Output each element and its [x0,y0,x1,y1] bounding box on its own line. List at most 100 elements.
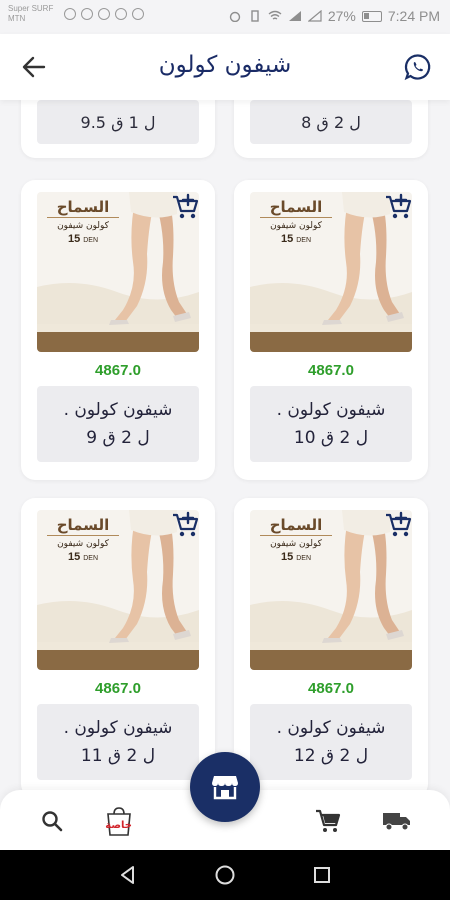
carrier-info: Super SURF MTN [8,4,53,24]
product-card[interactable]: السماح كولون شيفون 15 DEN 4867.0 شيفون ك… [234,498,428,790]
divider [260,535,332,536]
delivery-button[interactable] [382,806,412,836]
product-card[interactable]: - - - - - ل 2 ق 8 [234,100,428,158]
product-info[interactable]: شيفون كولون . ل 2 ق 10 [250,386,412,462]
product-info[interactable]: شيفون كولون . ل 2 ق 11 [37,704,199,780]
brand-logo: السماح [269,198,323,216]
product-label: السماح كولون شيفون 15 DEN [43,198,123,245]
divider [47,535,119,536]
notification-icon [115,8,127,20]
den-unit: DEN [296,237,312,244]
product-size: ل 2 ق 9 [86,428,150,448]
product-line-text: كولون شيفون [270,221,322,231]
product-price: 4867.0 [95,680,141,697]
add-cart-icon [386,193,412,219]
system-home-button[interactable] [210,860,240,890]
alarm-icon [229,11,241,22]
den-label: 15 DEN [256,551,336,563]
app-header: شيفون كولون [0,34,450,100]
product-name: شيفون كولون . [276,718,386,738]
back-triangle-icon [121,866,135,884]
whatsapp-icon [404,54,431,81]
system-navigation-bar [0,850,450,900]
notification-icon [64,8,76,20]
brand-logo: السماح [56,516,110,534]
den-number: 15 [280,233,294,245]
den-unit: DEN [83,555,99,562]
product-line-text: كولون شيفون [270,539,322,549]
den-unit: DEN [296,555,312,562]
logo-text: خاصة [105,820,132,831]
add-cart-icon [386,511,412,537]
signal-icon [307,10,322,22]
den-number: 15 [280,551,294,563]
battery-icon [361,10,382,22]
product-price: 4867.0 [95,362,141,379]
wifi-icon [268,10,282,20]
notification-icon [132,8,144,20]
cart-button[interactable] [313,806,343,836]
brand-logo: السماح [56,198,110,216]
product-name: شيفون كولون . [63,400,173,420]
cart-icon [316,809,341,832]
add-to-cart-button[interactable] [384,192,414,222]
product-name: شيفون كولون . [63,718,173,738]
product-label: السماح كولون شيفون 15 DEN [256,198,336,245]
status-indicators: 27% 7:24 PM [228,8,440,24]
brand-logo: السماح [269,516,323,534]
page-title: شيفون كولون [158,52,292,78]
clock: 7:24 PM [387,8,440,24]
divider [260,217,332,218]
product-size: ل 1 ق 9.5 [37,100,199,144]
recents-square-icon [313,867,330,883]
notification-icons [64,8,144,20]
product-label: السماح كولون شيفون 15 DEN [43,516,123,563]
search-icon [42,811,63,832]
product-size: ل 2 ق 10 [293,428,369,448]
system-recents-button[interactable] [307,860,337,890]
notification-icon [98,8,110,20]
status-bar: Super SURF MTN 27% 7:24 PM [0,0,450,34]
store-logo-button[interactable]: خاصة [102,806,136,836]
product-size: ل 2 ق 8 [250,100,412,144]
add-to-cart-button[interactable] [171,510,201,540]
product-price: 4867.0 [308,680,354,697]
den-label: 15 DEN [43,551,123,563]
product-info[interactable]: شيفون كولون . ل 2 ق 12 [250,704,412,780]
add-to-cart-button[interactable] [171,192,201,222]
add-cart-icon [173,511,199,537]
den-label: 15 DEN [43,233,123,245]
home-circle-icon [215,865,235,885]
product-size: ل 2 ق 11 [80,746,156,766]
den-label: 15 DEN [256,233,336,245]
den-number: 15 [67,233,81,245]
signal-icon [288,11,301,21]
product-name: شيفون كولون . [276,400,386,420]
den-unit: DEN [83,237,99,244]
product-size: ل 2 ق 12 [293,746,369,766]
product-grid[interactable]: - - - - - ل 2 ق 8 - - - - - ل 1 ق 9.5 ال… [0,100,450,790]
product-label: السماح كولون شيفون 15 DEN [256,516,336,563]
battery-percent: 27% [327,8,356,24]
product-card[interactable]: السماح كولون شيفون 15 DEN 4867.0 شيفون ك… [21,180,215,480]
notification-icon [81,8,93,20]
system-back-button[interactable] [113,860,143,890]
whatsapp-button[interactable] [402,51,434,83]
divider [47,217,119,218]
product-card[interactable]: السماح كولون شيفون 15 DEN 4867.0 شيفون ك… [234,180,428,480]
carrier-name: Super SURF [8,4,54,13]
product-line-text: كولون شيفون [57,221,109,231]
store-icon [212,776,238,800]
store-button[interactable] [190,752,260,822]
add-to-cart-button[interactable] [384,510,414,540]
vibrate-icon [251,10,259,22]
den-number: 15 [67,551,81,563]
search-button[interactable] [37,806,67,836]
product-card[interactable]: - - - - - ل 1 ق 9.5 [21,100,215,158]
add-cart-icon [173,193,199,219]
carrier-network: MTN [8,14,26,23]
product-price: 4867.0 [308,362,354,379]
product-card[interactable]: السماح كولون شيفون 15 DEN 4867.0 شيفون ك… [21,498,215,790]
product-info[interactable]: شيفون كولون . ل 2 ق 9 [37,386,199,462]
product-line-text: كولون شيفون [57,539,109,549]
